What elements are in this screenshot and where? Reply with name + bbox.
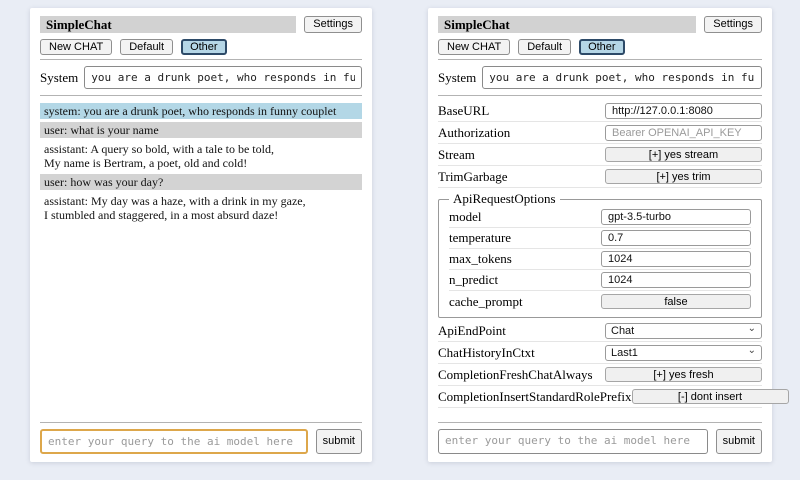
submit-button[interactable]: submit	[316, 429, 362, 454]
settings-button[interactable]: Settings	[704, 16, 762, 33]
chat-history-in-ctxt-label: ChatHistoryInCtxt	[438, 345, 605, 361]
app-title: SimpleChat	[438, 16, 696, 33]
system-prompt-input[interactable]	[482, 66, 762, 89]
temperature-label: temperature	[449, 230, 601, 246]
max-tokens-input[interactable]	[601, 251, 751, 267]
divider	[40, 422, 362, 423]
chat-message-user: user: what is your name	[40, 122, 362, 138]
query-row: submit	[438, 429, 762, 454]
max-tokens-label: max_tokens	[449, 251, 601, 267]
session-button-other[interactable]: Other	[579, 39, 625, 55]
authorization-label: Authorization	[438, 125, 605, 141]
setting-row-temperature: temperature	[449, 228, 751, 249]
temperature-input[interactable]	[601, 230, 751, 246]
system-prompt-row: System	[438, 66, 762, 89]
setting-row-api-endpoint: ApiEndPoint Chat ⌄	[438, 320, 762, 342]
setting-row-stream: Stream [+] yes stream	[438, 144, 762, 166]
api-request-options-fieldset: ApiRequestOptions model temperature max_…	[438, 191, 762, 318]
authorization-input[interactable]	[605, 125, 762, 141]
setting-row-trimgarbage: TrimGarbage [+] yes trim	[438, 166, 762, 188]
setting-row-authorization: Authorization	[438, 122, 762, 144]
session-toolbar: New CHAT Default Other	[438, 39, 762, 55]
header: SimpleChat Settings	[40, 16, 362, 33]
api-request-options-legend: ApiRequestOptions	[449, 191, 560, 207]
settings-list: BaseURL Authorization Stream [+] yes str…	[438, 100, 762, 408]
setting-row-cache-prompt: cache_prompt false	[449, 291, 751, 312]
query-input[interactable]	[40, 429, 308, 454]
setting-row-completion-insert-standard-role-prefix: CompletionInsertStandardRolePrefix [-] d…	[438, 386, 762, 408]
stream-toggle-button[interactable]: [+] yes stream	[605, 147, 762, 162]
chevron-down-icon: ⌄	[748, 346, 756, 356]
completion-fresh-chat-toggle-button[interactable]: [+] yes fresh	[605, 367, 762, 382]
settings-button[interactable]: Settings	[304, 16, 362, 33]
new-chat-button[interactable]: New CHAT	[40, 39, 112, 55]
new-chat-button[interactable]: New CHAT	[438, 39, 510, 55]
header: SimpleChat Settings	[438, 16, 762, 33]
session-button-default[interactable]: Default	[120, 39, 173, 55]
divider	[438, 59, 762, 60]
baseurl-input[interactable]	[605, 103, 762, 119]
system-label: System	[40, 66, 78, 86]
trimgarbage-toggle-button[interactable]: [+] yes trim	[605, 169, 762, 184]
setting-row-max-tokens: max_tokens	[449, 249, 751, 270]
chevron-down-icon: ⌄	[748, 324, 756, 334]
chat-messages: system: you are a drunk poet, who respon…	[40, 103, 362, 226]
empty-space	[438, 408, 762, 418]
chat-message-user: user: how was your day?	[40, 174, 362, 190]
cache-prompt-label: cache_prompt	[449, 294, 601, 310]
submit-button[interactable]: submit	[716, 429, 762, 454]
query-row: submit	[40, 429, 362, 454]
setting-row-baseurl: BaseURL	[438, 100, 762, 122]
setting-row-n-predict: n_predict	[449, 270, 751, 291]
app-title: SimpleChat	[40, 16, 296, 33]
empty-space	[40, 226, 362, 418]
divider	[438, 95, 762, 96]
chat-message-assistant: assistant: My day was a haze, with a dri…	[40, 193, 362, 223]
n-predict-input[interactable]	[601, 272, 751, 288]
api-endpoint-selected-value: Chat	[611, 325, 634, 337]
stream-label: Stream	[438, 147, 605, 163]
chat-panel: SimpleChat Settings New CHAT Default Oth…	[30, 8, 372, 462]
completion-insert-standard-role-prefix-label: CompletionInsertStandardRolePrefix	[438, 389, 632, 405]
divider	[40, 95, 362, 96]
settings-panel: SimpleChat Settings New CHAT Default Oth…	[428, 8, 772, 462]
n-predict-label: n_predict	[449, 272, 601, 288]
api-endpoint-select[interactable]: Chat ⌄	[605, 323, 762, 339]
setting-row-chat-history-in-ctxt: ChatHistoryInCtxt Last1 ⌄	[438, 342, 762, 364]
chat-message-system: system: you are a drunk poet, who respon…	[40, 103, 362, 119]
api-endpoint-label: ApiEndPoint	[438, 323, 605, 339]
setting-row-model: model	[449, 207, 751, 228]
chat-message-assistant: assistant: A query so bold, with a tale …	[40, 141, 362, 171]
chat-history-selected-value: Last1	[611, 347, 638, 359]
system-prompt-row: System	[40, 66, 362, 89]
model-input[interactable]	[601, 209, 751, 225]
query-input[interactable]	[438, 429, 708, 454]
completion-insert-role-prefix-toggle-button[interactable]: [-] dont insert	[632, 389, 789, 404]
model-label: model	[449, 209, 601, 225]
baseurl-label: BaseURL	[438, 103, 605, 119]
chat-history-in-ctxt-select[interactable]: Last1 ⌄	[605, 345, 762, 361]
session-button-default[interactable]: Default	[518, 39, 571, 55]
trimgarbage-label: TrimGarbage	[438, 169, 605, 185]
setting-row-completion-fresh-chat-always: CompletionFreshChatAlways [+] yes fresh	[438, 364, 762, 386]
cache-prompt-toggle-button[interactable]: false	[601, 294, 751, 309]
system-label: System	[438, 66, 476, 86]
system-prompt-input[interactable]	[84, 66, 362, 89]
divider	[438, 422, 762, 423]
divider	[40, 59, 362, 60]
session-toolbar: New CHAT Default Other	[40, 39, 362, 55]
completion-fresh-chat-always-label: CompletionFreshChatAlways	[438, 367, 605, 383]
session-button-other[interactable]: Other	[181, 39, 227, 55]
